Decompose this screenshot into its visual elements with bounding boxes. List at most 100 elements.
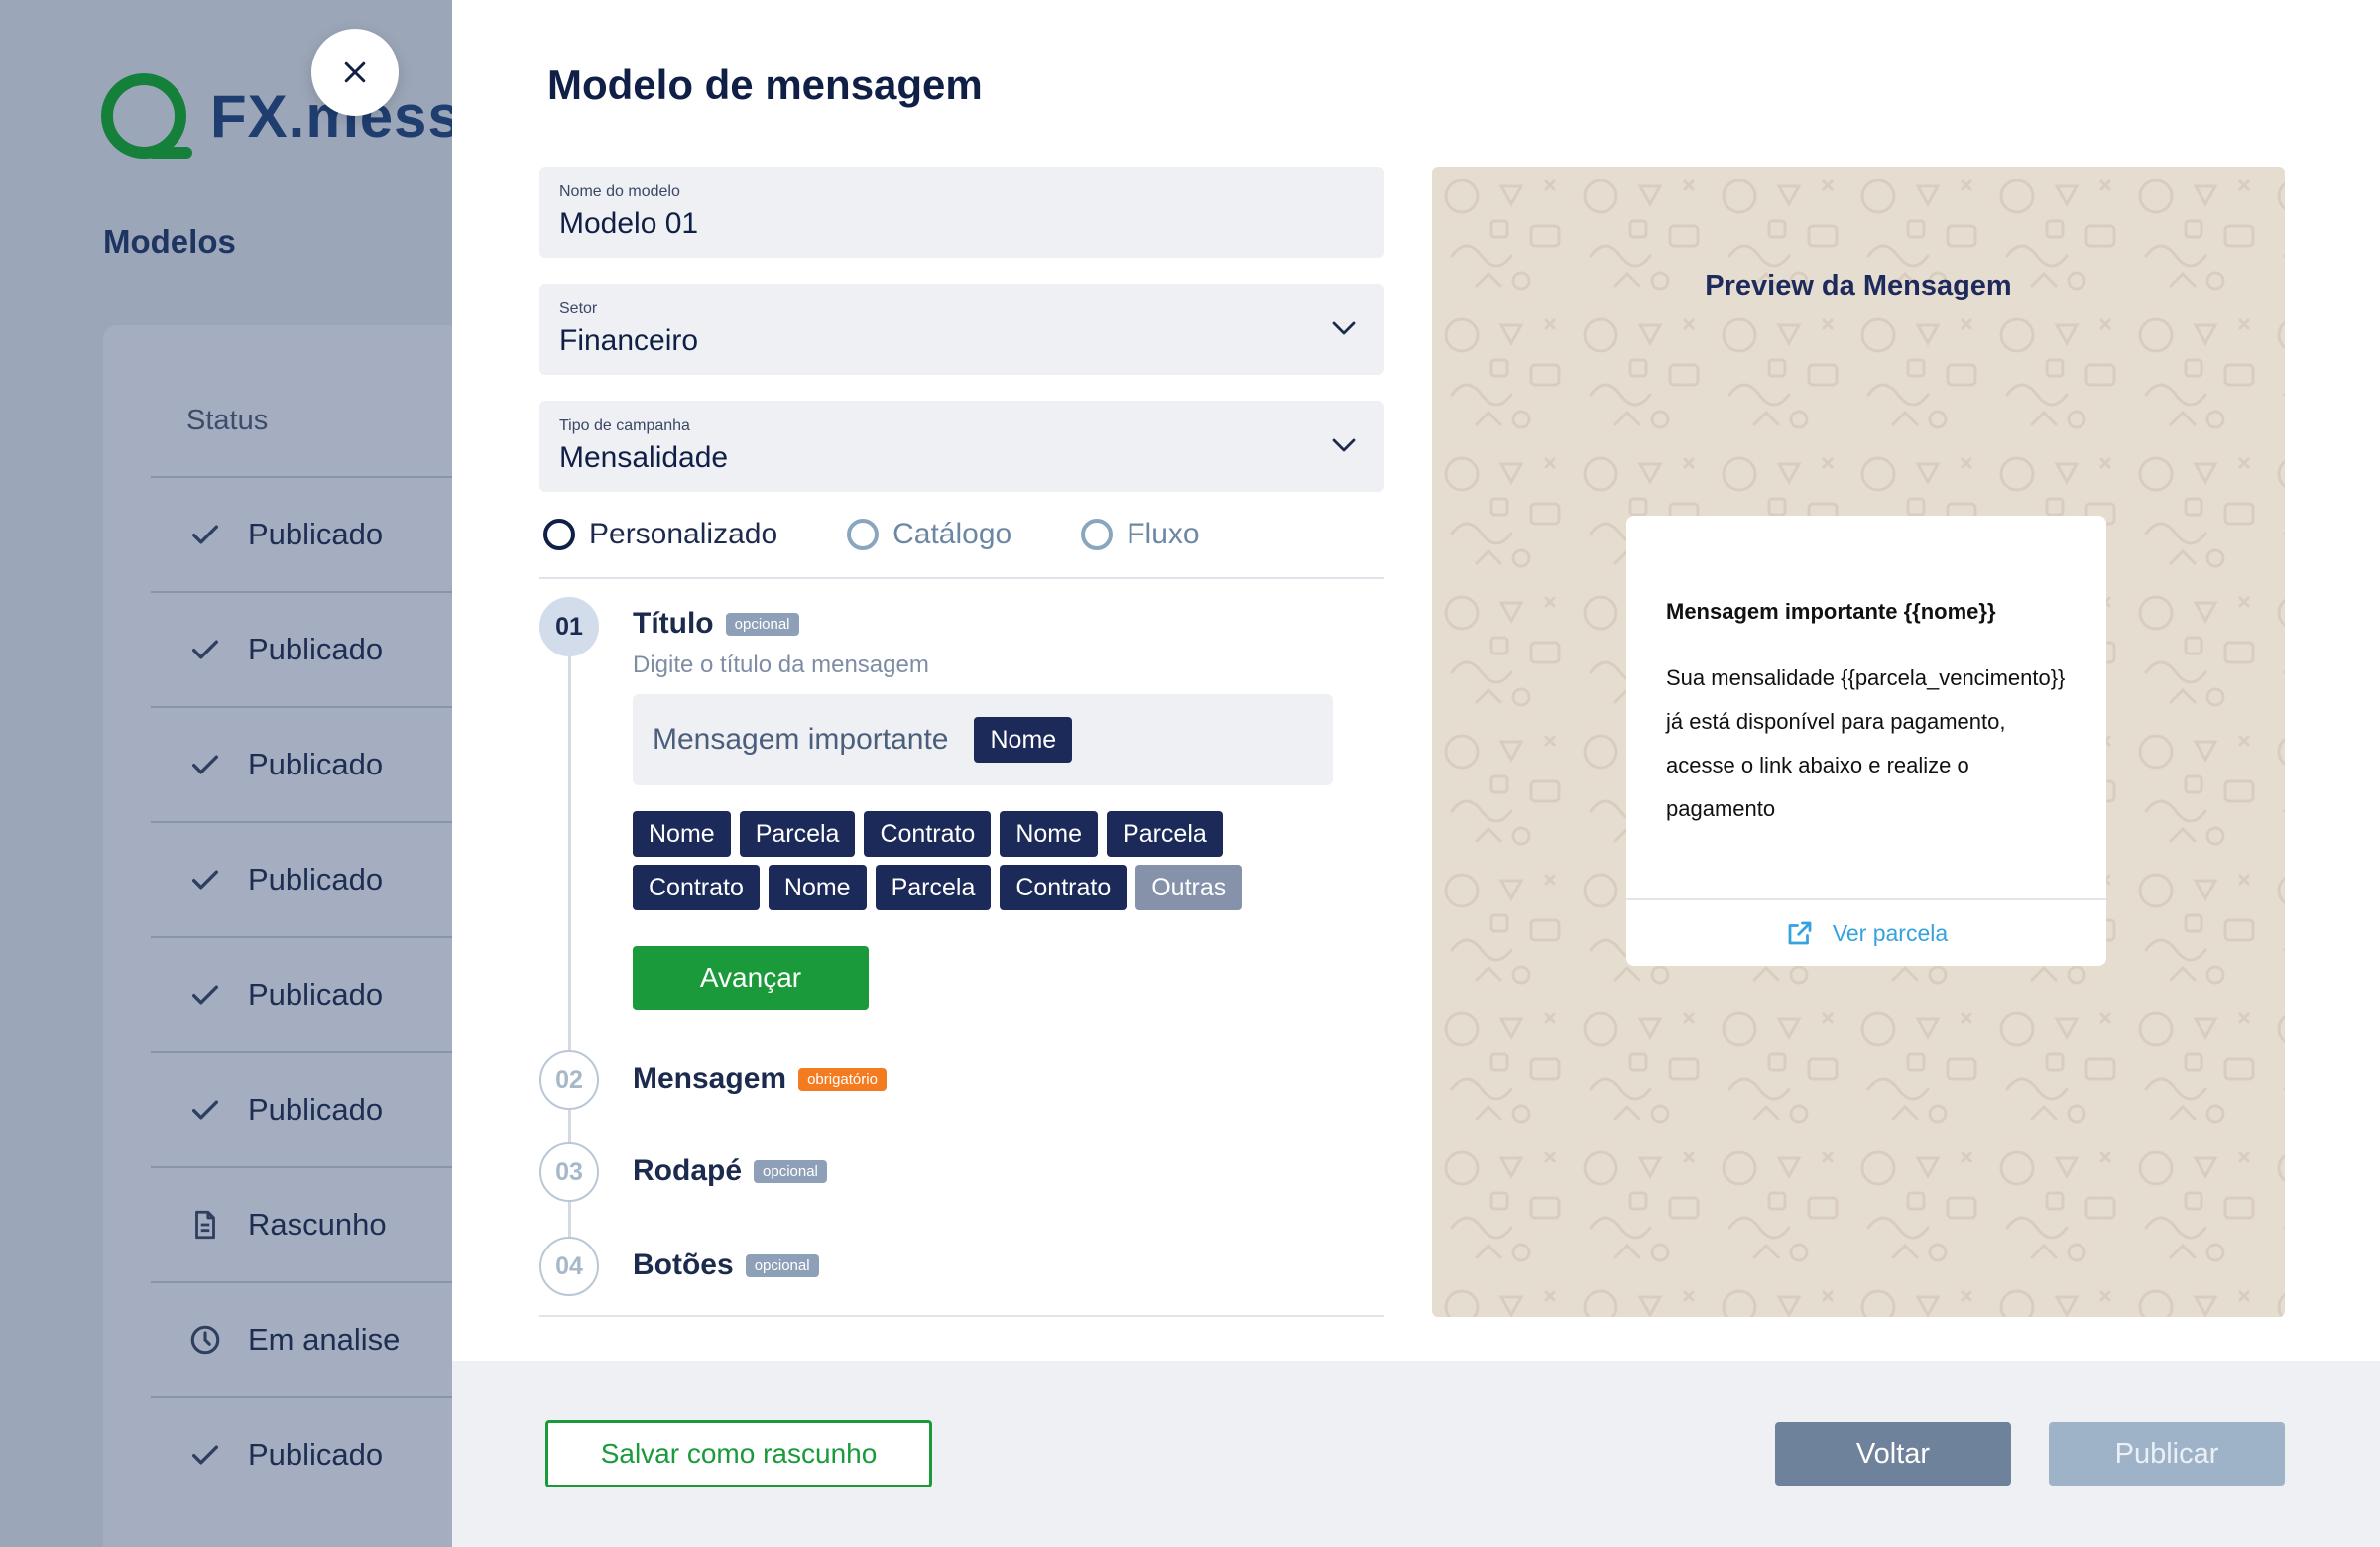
- table-row[interactable]: Publicado: [151, 476, 452, 591]
- title-input[interactable]: Mensagem importante Nome: [633, 694, 1333, 785]
- status-column-header: Status: [186, 405, 269, 436]
- publish-button[interactable]: Publicar: [2049, 1422, 2285, 1486]
- radio-fluxo[interactable]: Fluxo: [1081, 518, 1200, 551]
- step-number-01: 01: [539, 597, 599, 656]
- step-title-botoes[interactable]: Botões opcional: [633, 1249, 819, 1282]
- check-icon: [188, 1438, 222, 1472]
- status-label: Em analise: [248, 1322, 401, 1357]
- status-label: Publicado: [248, 977, 384, 1012]
- background-page: FX.mess Modelos Status Publicado Publica…: [0, 0, 452, 1547]
- radio-label: Fluxo: [1127, 518, 1200, 550]
- message-bubble: Mensagem importante {{nome}} Sua mensali…: [1626, 516, 2106, 966]
- step-title-text: Título: [633, 607, 714, 640]
- message-preview-panel: Preview da Mensagem Mensagem importante …: [1432, 167, 2285, 1317]
- table-row[interactable]: Publicado: [151, 1051, 452, 1166]
- message-body: Sua mensalidade {{parcela_vencimento}} j…: [1666, 665, 2066, 821]
- variable-chip[interactable]: Contrato: [633, 865, 760, 910]
- radio-circle: [543, 519, 575, 550]
- field-value: Modelo 01: [559, 207, 699, 240]
- status-label: Publicado: [248, 632, 384, 666]
- advance-button[interactable]: Avançar: [633, 946, 869, 1010]
- variable-chip[interactable]: Nome: [633, 811, 731, 857]
- modal-title: Modelo de mensagem: [547, 61, 983, 108]
- modal-footer: Salvar como rascunho Voltar Publicar: [452, 1361, 2380, 1547]
- status-label: Rascunho: [248, 1207, 387, 1242]
- variable-chip[interactable]: Parcela: [739, 811, 856, 857]
- divider: [539, 1315, 1384, 1317]
- document-icon: [188, 1208, 222, 1242]
- message-heading: Mensagem importante {{nome}}: [1666, 599, 1996, 624]
- table-row[interactable]: Em analise: [151, 1281, 452, 1396]
- step-number-04: 04: [539, 1237, 599, 1296]
- close-icon: [344, 61, 366, 83]
- variable-chip[interactable]: Parcela: [1107, 811, 1223, 857]
- message-template-modal: Modelo de mensagem Nome do modelo Modelo…: [452, 0, 2380, 1547]
- sector-select[interactable]: Setor Financeiro: [539, 284, 1384, 375]
- back-button[interactable]: Voltar: [1775, 1422, 2011, 1486]
- variable-chip[interactable]: Nome: [768, 865, 867, 910]
- table-row[interactable]: Publicado: [151, 821, 452, 936]
- table-row[interactable]: Publicado: [151, 936, 452, 1051]
- external-link-icon: [1788, 921, 1812, 945]
- chevron-down-icon: [1332, 321, 1356, 335]
- status-label: Publicado: [248, 517, 384, 551]
- optional-badge: opcional: [754, 1159, 827, 1183]
- table-row[interactable]: Publicado: [151, 1396, 452, 1511]
- radio-catalogo[interactable]: Catálogo: [847, 518, 1012, 551]
- template-name-field[interactable]: Nome do modelo Modelo 01: [539, 167, 1384, 258]
- variable-chip-in-input[interactable]: Nome: [974, 717, 1073, 763]
- field-label: Setor: [559, 300, 598, 317]
- check-icon: [188, 748, 222, 781]
- check-icon: [188, 978, 222, 1012]
- variable-chip[interactable]: Nome: [1000, 811, 1099, 857]
- check-icon: [188, 1093, 222, 1127]
- campaign-type-select[interactable]: Tipo de campanha Mensalidade: [539, 401, 1384, 492]
- status-label: Publicado: [248, 1092, 384, 1127]
- step-title-mensagem[interactable]: Mensagem obrigatório: [633, 1062, 887, 1096]
- section-title: Modelos: [103, 223, 236, 260]
- step-title-text: Rodapé: [633, 1154, 743, 1187]
- template-type-radio-group: Personalizado Catálogo Fluxo: [543, 518, 1269, 551]
- radio-personalizado[interactable]: Personalizado: [543, 518, 777, 551]
- check-icon: [188, 518, 222, 551]
- radio-label: Catálogo: [892, 518, 1012, 550]
- step-title-text: Botões: [633, 1249, 734, 1281]
- status-label: Publicado: [248, 747, 384, 781]
- logo-mark: [101, 73, 192, 159]
- step-title-text: Mensagem: [633, 1062, 787, 1095]
- check-icon: [188, 863, 222, 896]
- save-draft-button[interactable]: Salvar como rascunho: [545, 1420, 932, 1488]
- preview-title: Preview da Mensagem: [1705, 270, 2012, 301]
- field-label: Nome do modelo: [559, 183, 680, 200]
- required-badge: obrigatório: [798, 1067, 887, 1091]
- divider: [539, 577, 1384, 579]
- radio-circle: [847, 519, 880, 550]
- optional-badge: opcional: [725, 612, 799, 636]
- radio-circle: [1081, 519, 1114, 550]
- check-icon: [188, 633, 222, 666]
- variable-chip[interactable]: Contrato: [1000, 865, 1128, 910]
- close-button[interactable]: [311, 29, 399, 116]
- table-row[interactable]: Publicado: [151, 591, 452, 706]
- view-installment-label: Ver parcela: [1832, 919, 1949, 946]
- step-number-02: 02: [539, 1050, 599, 1110]
- other-variables-chip[interactable]: Outras: [1135, 865, 1243, 910]
- variable-chips: Nome Parcela Contrato Nome Parcela Contr…: [633, 811, 1267, 910]
- step-title-rodape[interactable]: Rodapé opcional: [633, 1154, 827, 1188]
- field-label: Tipo de campanha: [559, 417, 690, 434]
- radio-label: Personalizado: [589, 518, 778, 550]
- table-row[interactable]: Publicado: [151, 706, 452, 821]
- step-number-03: 03: [539, 1142, 599, 1202]
- clock-icon: [188, 1323, 222, 1357]
- status-label: Publicado: [248, 862, 384, 896]
- status-label: Publicado: [248, 1437, 384, 1472]
- variable-chip[interactable]: Parcela: [875, 865, 992, 910]
- view-installment-link[interactable]: Ver parcela: [1626, 900, 2106, 966]
- brand-logo: FX.mess: [101, 73, 452, 159]
- variable-chip[interactable]: Contrato: [864, 811, 992, 857]
- field-value: Financeiro: [559, 324, 699, 357]
- optional-badge: opcional: [745, 1253, 819, 1277]
- step-title-titulo[interactable]: Título opcional: [633, 607, 799, 641]
- table-row[interactable]: Rascunho: [151, 1166, 452, 1281]
- title-input-text: Mensagem importante: [653, 723, 949, 756]
